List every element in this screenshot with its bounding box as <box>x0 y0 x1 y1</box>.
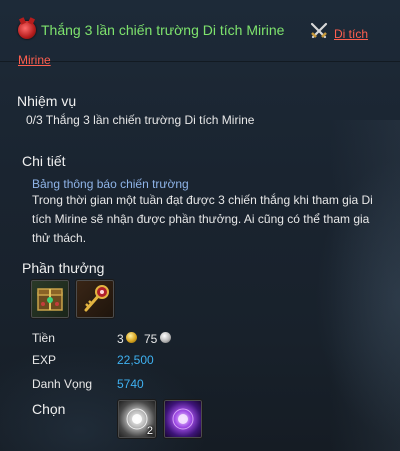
reward-item-slot[interactable] <box>75 279 115 319</box>
silver-coin-icon <box>160 332 171 343</box>
mission-progress: 0/3 Thắng 3 lần chiến trường Di tích Mir… <box>26 113 255 127</box>
money-silver-amount: 75 <box>144 332 158 346</box>
details-description: Trong thời gian một tuần đạt được 3 chiế… <box>32 193 373 245</box>
purple-orb-icon <box>172 408 194 430</box>
details-label: Chi tiết <box>22 153 66 169</box>
money-gold-amount: 3 <box>117 332 124 346</box>
choice-item-quantity: 2 <box>146 425 153 437</box>
choice-item-slot[interactable] <box>163 399 203 439</box>
treasure-box-icon <box>37 288 63 311</box>
reward-item-slot[interactable] <box>30 279 70 319</box>
details-subheading: Bảng thông báo chiến trường <box>32 177 189 191</box>
mission-label: Nhiệm vụ <box>17 93 77 109</box>
reputation-value: 5740 <box>117 377 144 391</box>
quest-header: Thắng 3 lần chiến trường Di tích Mirine … <box>0 0 400 67</box>
exp-label: EXP <box>32 353 57 367</box>
location-link[interactable]: Di tích Mirine <box>18 21 370 73</box>
golden-key-icon <box>84 285 109 312</box>
money-label: Tiền <box>32 331 55 345</box>
rewards-label: Phần thưởng <box>22 260 105 276</box>
choose-label: Chọn <box>32 401 66 417</box>
reputation-label: Danh Vọng <box>32 377 93 391</box>
gold-coin-icon <box>126 332 137 343</box>
choice-item-slot[interactable]: 2 <box>117 399 157 439</box>
exp-value: 22,500 <box>117 353 154 367</box>
